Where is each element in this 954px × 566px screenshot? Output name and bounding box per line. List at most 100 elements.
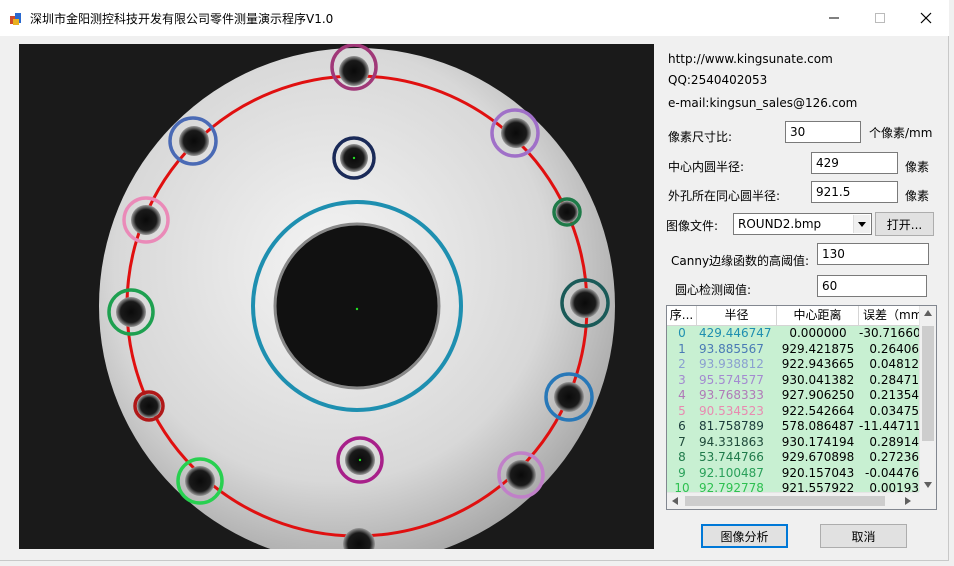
outer-radius-unit: 像素 — [905, 189, 930, 203]
horizontal-scrollbar[interactable] — [667, 492, 920, 509]
table-row[interactable]: 9 92.100487 920.157043 -0.04476 — [667, 466, 920, 482]
cell-distance: 930.174194 — [781, 434, 855, 449]
main-window: 深圳市金阳测控科技开发有限公司零件测量演示程序V1.0 http://www.k… — [0, 0, 949, 561]
cell-index: 6 — [678, 419, 686, 433]
pixel-ratio-label: 像素尺寸比: — [668, 130, 733, 144]
cell-index: 7 — [678, 434, 686, 449]
cell-radius: 93.938812 — [699, 357, 764, 371]
inner-radius-label: 中心内圆半径: — [668, 160, 745, 174]
outer-radius-label: 外孔所在同心圆半径: — [668, 189, 781, 203]
table-row[interactable]: 6 81.758789 578.086487 -11.44711 — [667, 419, 920, 435]
maximize-button — [857, 0, 903, 36]
analyze-button[interactable]: 图像分析 — [701, 524, 788, 548]
cell-radius: 92.100487 — [699, 465, 764, 480]
open-file-button[interactable]: 打开... — [875, 212, 934, 236]
circle-threshold-input[interactable]: 60 — [817, 275, 927, 297]
cell-radius: 93.768333 — [699, 388, 764, 402]
cell-error: 0.21354 — [869, 388, 919, 402]
table-header: 序... 半径 中心距离 误差（mm — [667, 306, 921, 326]
cell-error: -0.04476 — [865, 465, 919, 480]
vertical-scrollbar[interactable] — [919, 306, 936, 493]
column-header-distance[interactable]: 中心距离 — [777, 306, 859, 325]
cell-radius: 94.331863 — [699, 434, 764, 449]
app-icon — [10, 13, 21, 25]
qq-text: QQ:2540402053 — [668, 73, 768, 87]
cell-distance: 578.086487 — [781, 419, 855, 433]
cell-error: 0.26406 — [869, 341, 919, 356]
cell-index: 3 — [678, 372, 686, 387]
cancel-button[interactable]: 取消 — [820, 524, 907, 548]
vertical-scroll-thumb[interactable] — [922, 326, 934, 441]
column-header-radius[interactable]: 半径 — [697, 306, 777, 325]
part-image-view — [19, 44, 654, 549]
close-button[interactable] — [903, 0, 949, 36]
circle-threshold-label: 圆心检测阈值: — [675, 283, 752, 297]
table-row[interactable]: 4 93.768333 927.906250 0.21354 — [667, 388, 920, 404]
cell-distance: 920.157043 — [781, 465, 855, 480]
table-row[interactable]: 8 53.744766 929.670898 0.27236 — [667, 450, 920, 466]
cell-distance: 930.041382 — [781, 372, 855, 387]
pixel-ratio-unit: 个像素/mm — [869, 126, 933, 140]
pixel-ratio-input[interactable]: 30 — [785, 121, 861, 143]
cell-radius: 81.758789 — [699, 419, 764, 433]
horizontal-scroll-thumb[interactable] — [685, 496, 885, 506]
cell-radius: 95.574577 — [699, 372, 764, 387]
maximize-icon — [875, 13, 885, 23]
table-row[interactable]: 2 93.938812 922.943665 0.04812 — [667, 357, 920, 373]
scroll-right-icon[interactable] — [905, 497, 911, 505]
cell-distance: 0.000000 — [789, 326, 847, 340]
cell-index: 9 — [678, 465, 686, 480]
cell-radius: 90.534523 — [699, 403, 764, 418]
image-file-select[interactable]: ROUND2.bmp — [733, 213, 872, 235]
scrollbar-corner — [919, 492, 936, 509]
email-text: e-mail:kingsun_sales@126.com — [668, 96, 858, 110]
column-header-error[interactable]: 误差（mm — [859, 306, 921, 325]
minimize-button[interactable] — [811, 0, 857, 36]
results-table[interactable]: 序... 半径 中心距离 误差（mm 0 429.446747 0.000000 -3… — [666, 305, 937, 510]
cell-error: 0.04812 — [869, 357, 919, 371]
image-file-value: ROUND2.bmp — [738, 217, 822, 231]
outer-radius-input[interactable]: 921.5 — [811, 181, 898, 203]
close-icon — [920, 12, 932, 24]
scroll-up-icon[interactable] — [924, 310, 932, 316]
cell-distance: 929.670898 — [781, 450, 855, 464]
cell-index: 2 — [678, 357, 686, 371]
cell-error: 0.03475 — [869, 403, 919, 418]
cell-distance: 927.906250 — [781, 388, 855, 402]
minimize-icon — [829, 17, 839, 19]
cell-index: 8 — [678, 450, 686, 464]
table-row[interactable]: 1 93.885567 929.421875 0.26406 — [667, 342, 920, 358]
table-row[interactable]: 7 94.331863 930.174194 0.28914 — [667, 435, 920, 451]
cell-error: 0.28471 — [869, 372, 919, 387]
cell-distance: 922.943665 — [781, 357, 855, 371]
cell-radius: 53.744766 — [699, 450, 764, 464]
scroll-down-icon[interactable] — [924, 482, 932, 488]
cell-distance: 929.421875 — [781, 341, 855, 356]
canny-threshold-input[interactable]: 130 — [817, 243, 929, 265]
canny-label: Canny边缘函数的高阈值: — [671, 254, 810, 268]
part-image — [19, 44, 654, 549]
cell-radius: 429.446747 — [699, 326, 772, 340]
dropdown-arrow-icon[interactable] — [853, 215, 870, 233]
scroll-left-icon[interactable] — [672, 497, 678, 505]
website-text: http://www.kingsunate.com — [668, 52, 833, 66]
image-file-label: 图像文件: — [666, 219, 719, 233]
cell-error: 0.27236 — [869, 450, 919, 464]
table-row[interactable]: 5 90.534523 922.542664 0.03475 — [667, 404, 920, 420]
cell-index: 1 — [678, 341, 686, 356]
window-title: 深圳市金阳测控科技开发有限公司零件测量演示程序V1.0 — [30, 12, 334, 26]
table-body: 0 429.446747 0.000000 -30.71660 1 93.885567 92… — [667, 326, 920, 493]
cell-error: 0.28914 — [869, 434, 919, 449]
cell-index: 4 — [678, 388, 686, 402]
cell-radius: 93.885567 — [699, 341, 764, 356]
cell-distance: 922.542664 — [781, 403, 855, 418]
cell-index: 5 — [678, 403, 686, 418]
title-bar: 深圳市金阳测控科技开发有限公司零件测量演示程序V1.0 — [0, 0, 949, 36]
table-row[interactable]: 0 429.446747 0.000000 -30.71660 — [667, 326, 920, 342]
inner-radius-input[interactable]: 429 — [811, 152, 898, 174]
cell-error: -11.44711 — [859, 419, 920, 433]
cell-error: -30.71660 — [859, 326, 920, 340]
cell-index: 0 — [678, 326, 686, 340]
table-row[interactable]: 3 95.574577 930.041382 0.28471 — [667, 373, 920, 389]
column-header-index[interactable]: 序... — [667, 306, 697, 325]
